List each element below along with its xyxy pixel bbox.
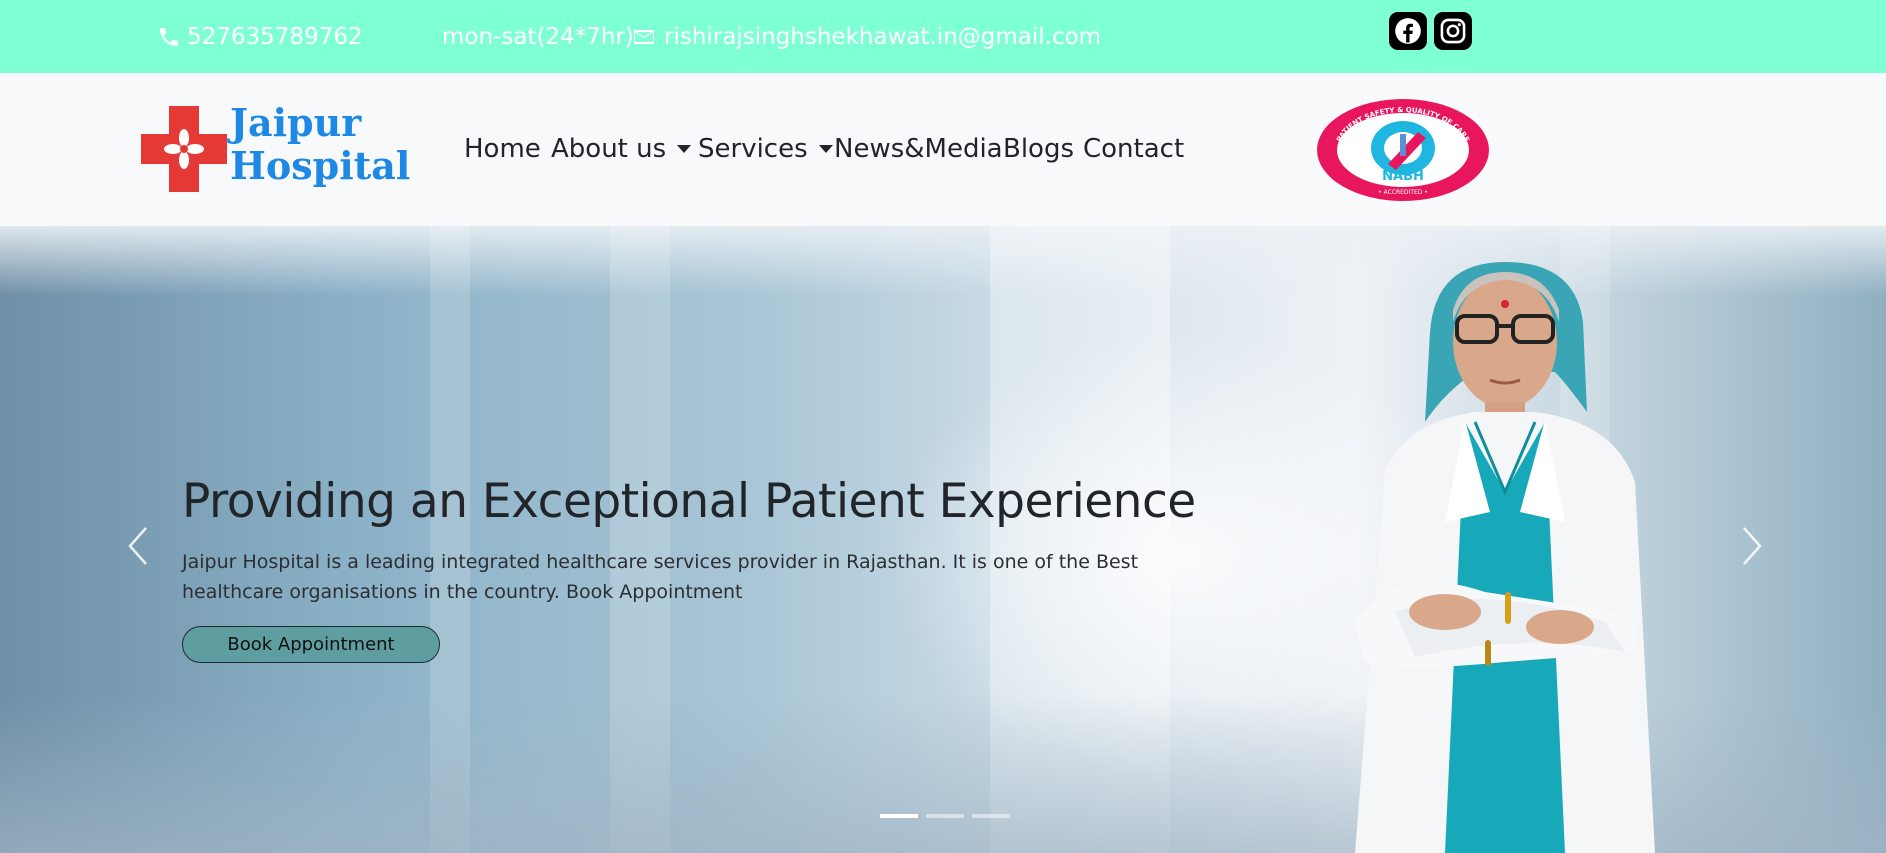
- facebook-icon: [1395, 18, 1421, 44]
- hero-title: Providing an Exceptional Patient Experie…: [182, 474, 1196, 529]
- phone-number: 527635789762: [187, 23, 363, 50]
- working-hours: mon-sat(24*7hr): [442, 0, 634, 73]
- email-contact[interactable]: rishirajsinghshekhawat.in@gmail.com: [632, 0, 1101, 73]
- nav-about-us[interactable]: About us: [551, 127, 692, 171]
- badge-name: NABH: [1382, 169, 1424, 184]
- brand-line-1: Jaipur: [230, 100, 362, 145]
- nabh-accreditation-badge: NABH PATIENT SAFETY & QUALITY OF CARE • …: [1317, 99, 1489, 201]
- instagram-link[interactable]: [1434, 12, 1472, 50]
- nav-services-label: Services: [698, 134, 808, 164]
- main-navbar: Jaipur Hospital Home About us Services N…: [0, 73, 1886, 226]
- nav-blogs[interactable]: Blogs: [1003, 127, 1074, 171]
- carousel-indicator-1[interactable]: [880, 814, 918, 818]
- carousel-indicator-3[interactable]: [972, 814, 1010, 818]
- hero-carousel: Providing an Exceptional Patient Experie…: [0, 226, 1886, 853]
- nav-home-label: Home: [464, 134, 541, 164]
- envelope-icon: [634, 29, 654, 44]
- brand-line-2: Hospital: [230, 143, 411, 188]
- nav-news-media[interactable]: News&Media: [834, 127, 1003, 171]
- book-appointment-button[interactable]: Book Appointment: [182, 626, 440, 663]
- brand-name: Jaipur Hospital: [230, 101, 410, 187]
- email-address: rishirajsinghshekhawat.in@gmail.com: [664, 23, 1102, 50]
- phone-contact[interactable]: 527635789762: [157, 0, 363, 73]
- nav-news-media-label: News&Media: [834, 134, 1003, 164]
- nav-home[interactable]: Home: [464, 127, 541, 171]
- hero-description: Jaipur Hospital is a leading integrated …: [182, 551, 1139, 603]
- nav-blogs-label: Blogs: [1003, 134, 1075, 164]
- nav-contact-label: Contact: [1083, 134, 1185, 164]
- nav-contact[interactable]: Contact: [1083, 127, 1184, 171]
- carousel-prev-arrow-icon[interactable]: [118, 516, 158, 576]
- contact-topbar: 527635789762 mon-sat(24*7hr) rishirajsin…: [0, 0, 1886, 73]
- chevron-down-icon: [818, 145, 833, 153]
- chevron-down-icon: [677, 145, 692, 153]
- badge-bottom-text: • ACCREDITED •: [1378, 189, 1428, 196]
- facebook-link[interactable]: [1389, 12, 1427, 50]
- carousel-next-arrow-icon[interactable]: [1732, 516, 1772, 576]
- hospital-cross-icon: [141, 106, 227, 192]
- phone-icon: [160, 27, 178, 46]
- nav-about-us-label: About us: [551, 134, 667, 164]
- hours-text: mon-sat(24*7hr): [442, 23, 634, 50]
- nav-services[interactable]: Services: [698, 127, 833, 171]
- instagram-icon: [1440, 18, 1466, 44]
- doctor-photo: [1355, 262, 1655, 853]
- carousel-indicator-2[interactable]: [926, 814, 964, 818]
